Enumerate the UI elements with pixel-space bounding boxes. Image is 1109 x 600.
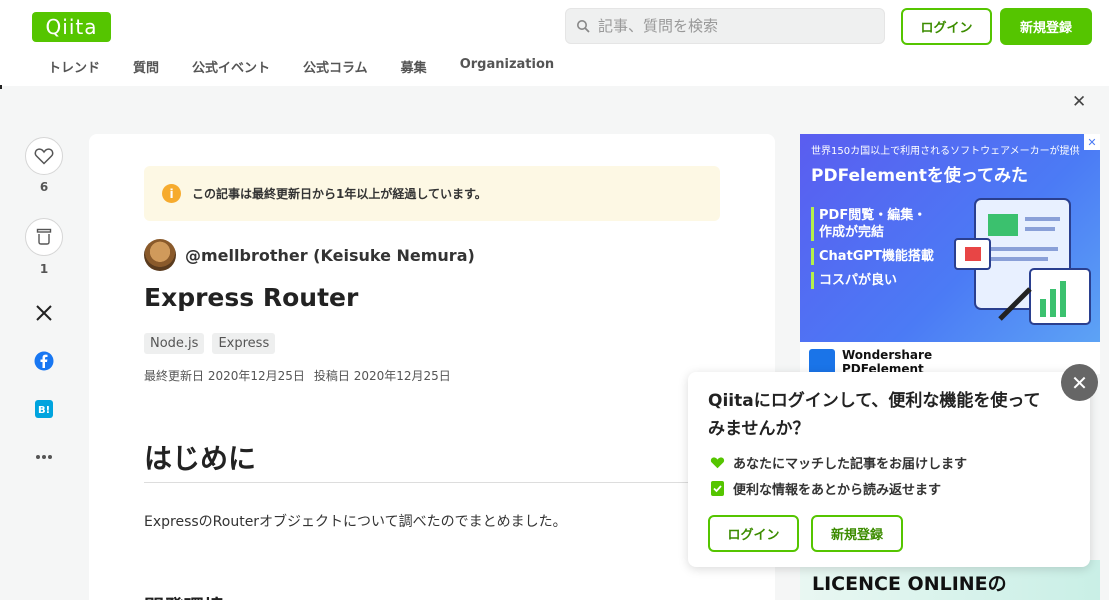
section-heading: はじめに: [144, 442, 257, 475]
search-box[interactable]: [565, 8, 885, 44]
tag-list: Node.js Express: [144, 333, 283, 354]
ad-item: PDF閲覧・編集・: [811, 207, 926, 224]
stock-icon: [36, 228, 52, 245]
ad-item: ChatGPT機能搭載: [811, 248, 934, 265]
author[interactable]: @mellbrother (Keisuke Nemura): [144, 239, 475, 271]
stock-check-icon: [710, 481, 725, 496]
popup-title: Qiitaにログインして、便利な機能を使ってみませんか？: [708, 391, 1041, 439]
nav-organization[interactable]: Organization: [460, 57, 554, 76]
ad-brand[interactable]: Wondershare PDFelement: [800, 342, 1100, 376]
popup-login-button[interactable]: ログイン: [708, 515, 799, 552]
ad2-text: LICENCE ONLINEの: [812, 573, 1007, 595]
like-count: 6: [39, 180, 49, 194]
ad-illustration: [954, 198, 1091, 325]
article-paragraph: ExpressのRouterオブジェクトについて調べたのでまとめました。: [144, 514, 567, 530]
signup-button[interactable]: 新規登録: [1000, 8, 1092, 45]
popup-benefit-2: 便利な情報をあとから読み返せます: [733, 483, 942, 498]
nav-recruitment[interactable]: 募集: [401, 57, 427, 76]
updated-date: 最終更新日 2020年12月25日: [144, 369, 305, 383]
nav-official-events[interactable]: 公式イベント: [192, 57, 270, 76]
next-heading: 開発環境: [144, 591, 224, 600]
tag-express[interactable]: Express: [212, 333, 276, 354]
avatar[interactable]: [144, 239, 176, 271]
outdated-notice: i この記事は最終更新日から1年以上が経過しています。: [144, 166, 720, 221]
svg-text:B!: B!: [38, 405, 50, 416]
search-input[interactable]: [598, 17, 878, 35]
info-icon: i: [162, 184, 181, 203]
hatena-bookmark-icon[interactable]: B!: [32, 397, 56, 421]
heart-icon: [710, 455, 725, 470]
search-icon: [574, 17, 592, 35]
qiita-logo[interactable]: Qiita: [32, 12, 111, 42]
stock-button[interactable]: [25, 218, 63, 256]
popup-close-icon[interactable]: ✕: [1061, 364, 1098, 401]
nav-official-columns[interactable]: 公式コラム: [303, 57, 368, 76]
close-icon[interactable]: ✕: [1072, 92, 1086, 112]
nav-trend[interactable]: トレンド: [48, 57, 100, 76]
login-prompt-popup: Qiitaにログインして、便利な機能を使ってみませんか？ あなたにマッチした記事…: [688, 372, 1090, 567]
ad-headline: PDFelementを使ってみた: [811, 166, 1029, 186]
x-share-icon[interactable]: [32, 301, 56, 325]
site-header: Qiita ログイン 新規登録 トレンド 質問 公式イベント 公式コラム 募集 …: [0, 0, 1109, 89]
ad-banner[interactable]: 世界150カ国以上で利用されるソフトウェアメーカーが提供 PDFelementを…: [800, 134, 1100, 342]
nav-marker: [0, 85, 2, 89]
heart-icon: [34, 148, 54, 165]
posted-date: 投稿日 2020年12月25日: [313, 369, 451, 383]
facebook-share-icon[interactable]: [32, 349, 56, 373]
stock-count: 1: [39, 262, 49, 276]
more-icon[interactable]: [32, 445, 56, 469]
popup-benefit-1: あなたにマッチした記事をお届けします: [733, 457, 968, 472]
global-nav: トレンド 質問 公式イベント 公式コラム 募集 Organization: [48, 57, 587, 76]
ad-brand-line1: Wondershare: [842, 348, 933, 362]
divider: [144, 482, 720, 483]
nav-questions[interactable]: 質問: [133, 57, 159, 76]
like-button[interactable]: [25, 137, 63, 175]
tag-nodejs[interactable]: Node.js: [144, 333, 205, 354]
author-name[interactable]: @mellbrother (Keisuke Nemura): [185, 246, 475, 265]
ad-top-text: 世界150カ国以上で利用されるソフトウェアメーカーが提供: [811, 146, 1080, 157]
ad-item: コスパが良い: [811, 272, 897, 289]
ad-close-icon[interactable]: ✕: [1084, 134, 1100, 150]
notice-text: この記事は最終更新日から1年以上が経過しています。: [192, 187, 487, 201]
login-button[interactable]: ログイン: [901, 8, 992, 45]
article-dates: 最終更新日 2020年12月25日 投稿日 2020年12月25日: [144, 367, 460, 384]
article-title: Express Router: [144, 283, 359, 312]
popup-signup-button[interactable]: 新規登録: [811, 515, 903, 552]
ad-item: 作成が完結: [811, 224, 884, 241]
